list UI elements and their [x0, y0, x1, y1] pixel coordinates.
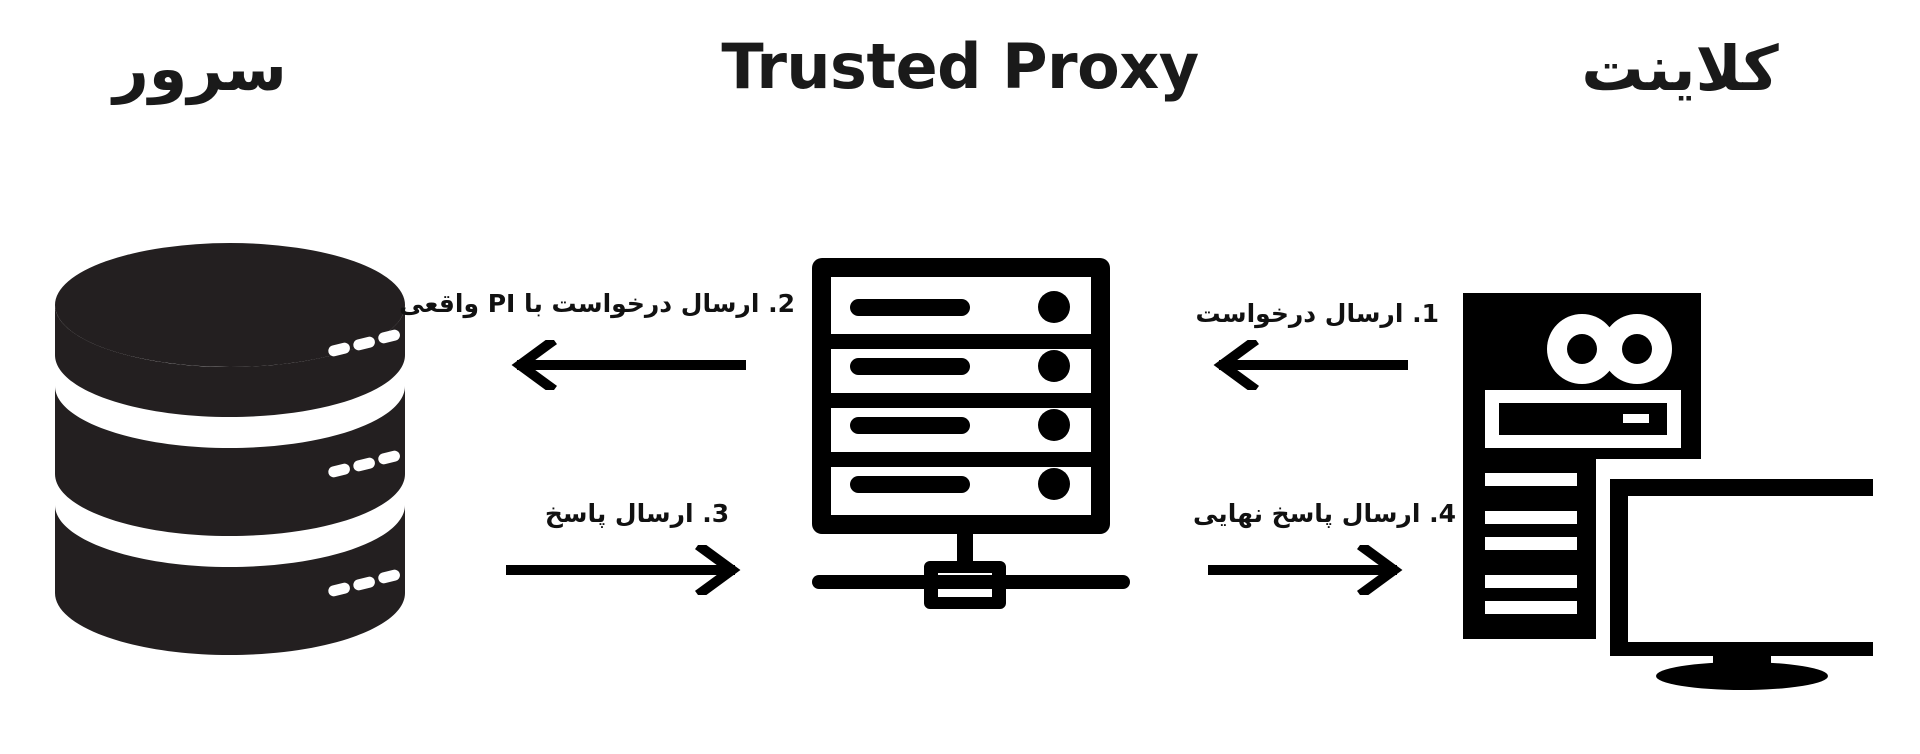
arrow-right-icon [505, 541, 746, 599]
column-title-client: کلاینت [1581, 32, 1779, 105]
desktop-computer-icon [1463, 293, 1873, 693]
database-cylinder-icon [55, 243, 405, 655]
arrow-left-icon [1208, 336, 1409, 394]
arrow-left-icon [506, 336, 747, 394]
column-title-proxy: Trusted Proxy [721, 30, 1199, 103]
diagram-canvas: سرور Trusted Proxy کلاینت 1. ارسال درخوا… [0, 0, 1920, 754]
server-rack-icon [812, 258, 1130, 613]
column-title-server: سرور [113, 32, 287, 105]
flow-step-1-label: 1. ارسال درخواست [1195, 299, 1439, 328]
flow-step-2-label: 2. ارسال درخواست با IP واقعی [399, 289, 795, 318]
arrow-right-icon [1207, 541, 1408, 599]
flow-step-3-label: 3. ارسال پاسخ [544, 499, 730, 528]
flow-step-4-label: 4. ارسال پاسخ نهایی [1193, 499, 1456, 528]
